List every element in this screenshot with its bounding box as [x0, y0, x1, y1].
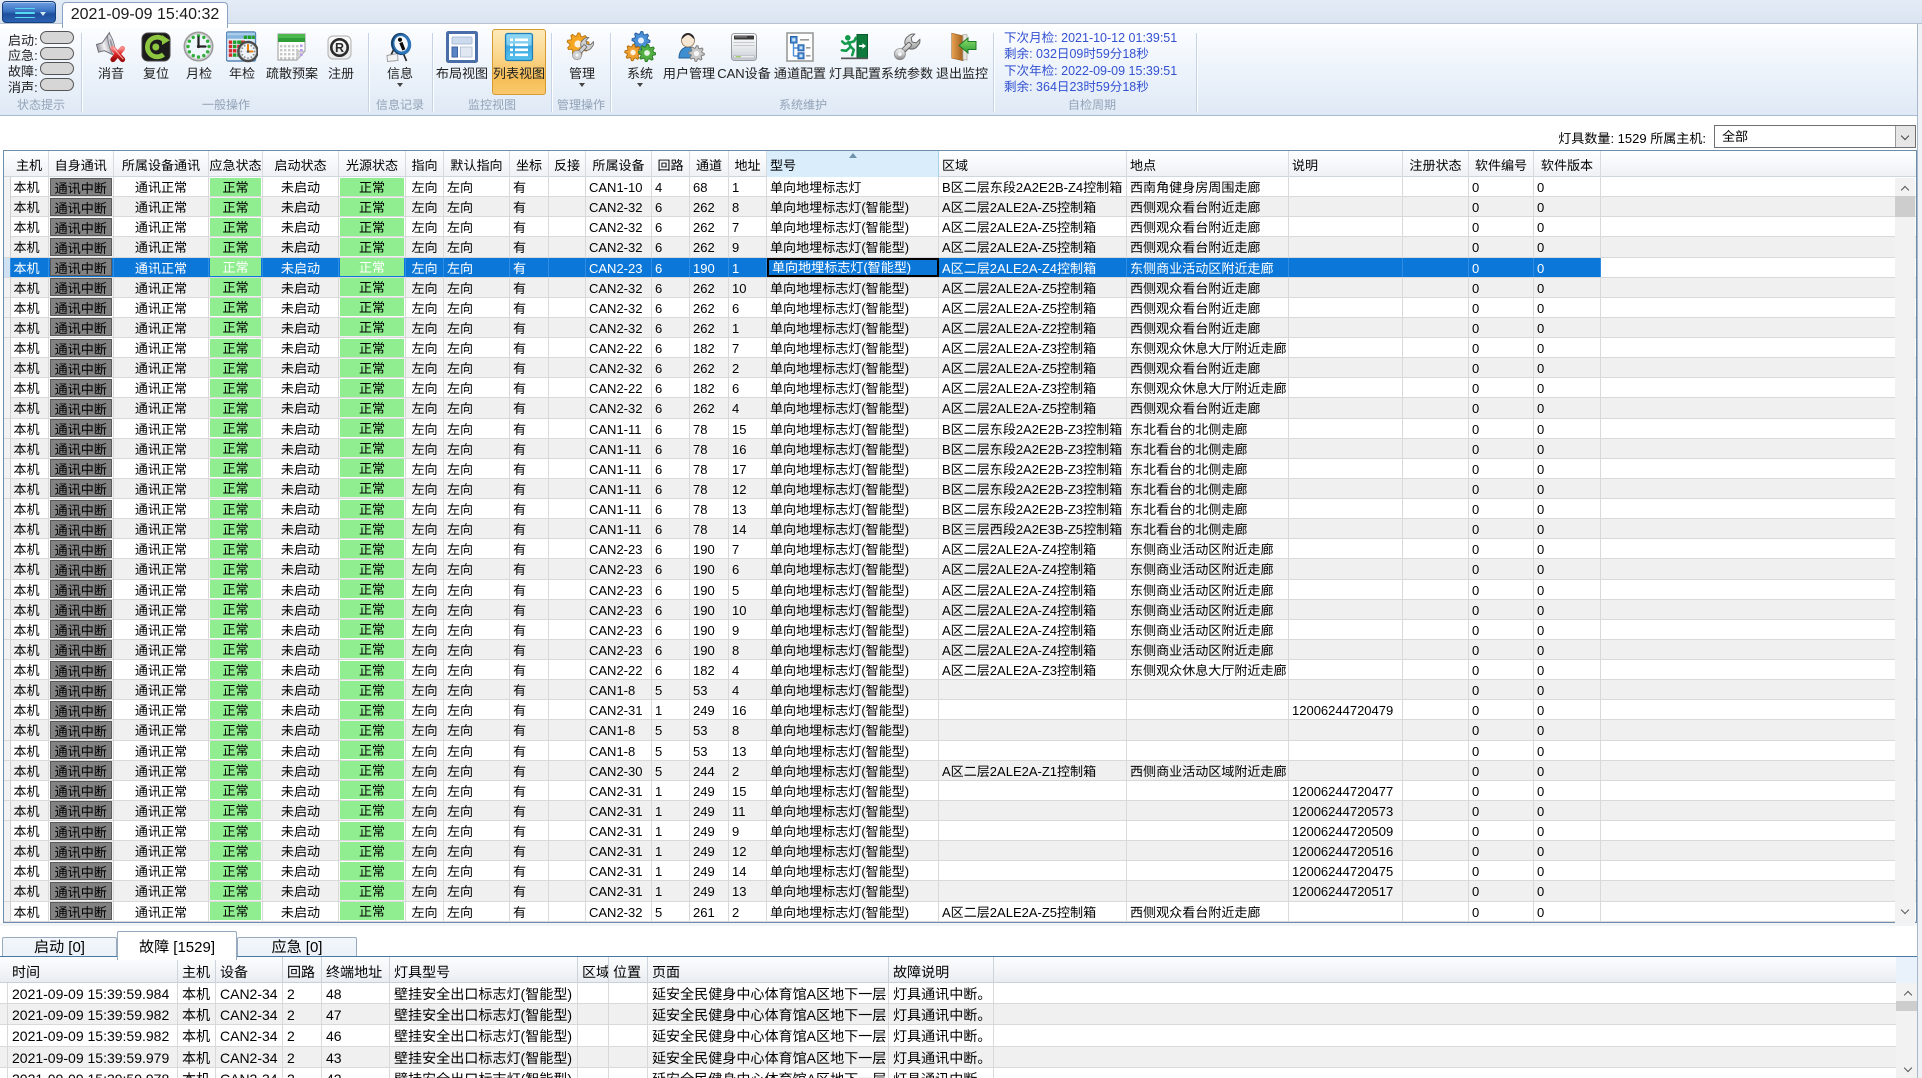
svg-text:R: R — [335, 41, 344, 55]
